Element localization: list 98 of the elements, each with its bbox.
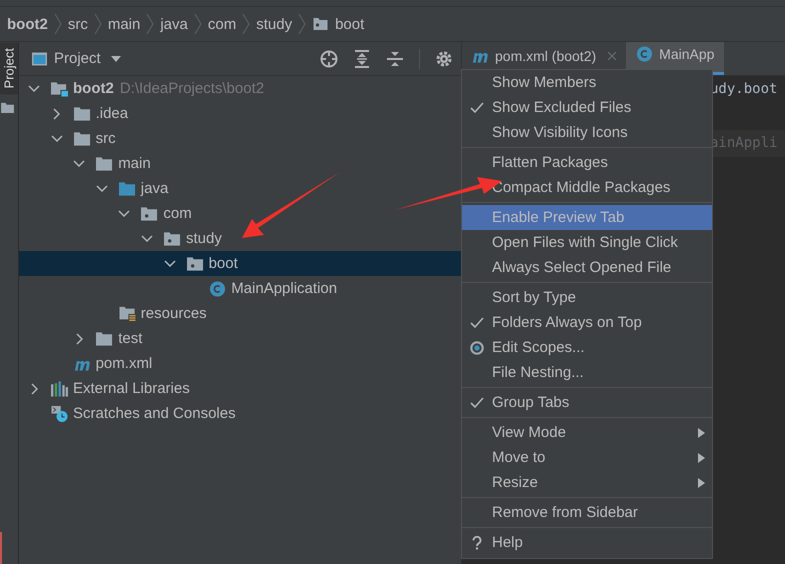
tree-item[interactable]: pom.xml bbox=[19, 351, 461, 376]
menu-item[interactable]: Always Select Opened File bbox=[462, 255, 712, 280]
tree-item[interactable]: test bbox=[19, 326, 461, 351]
chevron-down-icon[interactable] bbox=[28, 85, 40, 92]
package-icon bbox=[312, 16, 330, 32]
tree-item-label: src bbox=[96, 130, 116, 147]
settings-icon[interactable] bbox=[435, 50, 453, 68]
package-icon bbox=[186, 256, 204, 272]
chevron-icon bbox=[194, 13, 202, 35]
chevron-right-icon[interactable] bbox=[30, 382, 38, 394]
help-icon bbox=[470, 536, 484, 550]
folder-icon bbox=[74, 106, 91, 122]
checkmark-icon bbox=[470, 100, 484, 114]
menu-item[interactable]: Resize bbox=[462, 470, 712, 495]
tree-item[interactable]: .idea bbox=[19, 101, 461, 126]
status-marker bbox=[0, 532, 2, 564]
chevron-icon bbox=[242, 13, 250, 35]
tree-item[interactable]: com bbox=[19, 201, 461, 226]
breadcrumb-item[interactable]: boot bbox=[312, 16, 364, 32]
folder-icon bbox=[96, 156, 114, 172]
chevron-down-icon[interactable] bbox=[164, 260, 176, 267]
scratches-clock-icon bbox=[51, 406, 68, 422]
tree-item[interactable]: MainApplication bbox=[19, 276, 461, 301]
menu-item[interactable]: File Nesting... bbox=[462, 360, 712, 385]
tree-item-label: com bbox=[163, 205, 192, 222]
collapse-all-icon[interactable] bbox=[386, 50, 404, 68]
menu-item[interactable]: Folders Always on Top bbox=[462, 310, 712, 335]
project-tool-tab[interactable]: Project bbox=[0, 42, 18, 94]
checkmark-icon bbox=[470, 316, 484, 330]
view-selector[interactable]: Project bbox=[31, 50, 121, 67]
tree-item-label: boot2 bbox=[73, 80, 114, 97]
class-icon bbox=[636, 46, 654, 62]
breadcrumb-item[interactable]: study bbox=[256, 16, 292, 32]
tree-item-label: test bbox=[118, 330, 142, 347]
breadcrumb-item[interactable]: boot2 bbox=[7, 16, 48, 32]
chevron-down-icon[interactable] bbox=[96, 185, 108, 192]
menu-item[interactable]: Flatten Packages bbox=[462, 150, 712, 175]
menu-item[interactable]: Show Excluded Files bbox=[462, 95, 712, 120]
caret-icon bbox=[110, 56, 121, 62]
tree-item[interactable]: boot bbox=[19, 251, 461, 276]
chevron-down-icon[interactable] bbox=[73, 160, 86, 167]
tree-item[interactable]: External Libraries bbox=[19, 376, 461, 401]
menu-item[interactable]: Remove from Sidebar bbox=[462, 500, 712, 525]
expand-all-icon[interactable] bbox=[353, 50, 371, 68]
breadcrumb-item[interactable]: com bbox=[208, 16, 236, 32]
code-line: udy.boot bbox=[710, 80, 778, 99]
menu-item[interactable]: Help bbox=[462, 530, 712, 555]
package-icon bbox=[164, 230, 181, 246]
menu-item[interactable]: Open Files with Single Click bbox=[462, 230, 712, 255]
menu-item[interactable]: Edit Scopes... bbox=[462, 335, 712, 360]
crosshair-icon[interactable] bbox=[320, 50, 338, 68]
tree-item-label: External Libraries bbox=[73, 380, 190, 397]
tree-item[interactable]: java bbox=[19, 176, 461, 201]
scope-icon bbox=[470, 340, 484, 354]
project-path: D:\IdeaProjects\boot2 bbox=[120, 80, 264, 97]
libraries-icon bbox=[51, 380, 68, 396]
module-folder-icon bbox=[51, 80, 68, 96]
menu-item[interactable]: Sort by Type bbox=[462, 285, 712, 310]
folder-icon bbox=[1, 102, 14, 114]
chevron-right-icon[interactable] bbox=[76, 332, 83, 344]
tree-item-label: study bbox=[186, 230, 222, 247]
menu-item[interactable]: Show Visibility Icons bbox=[462, 120, 712, 145]
folder-icon bbox=[74, 130, 91, 146]
tree-item[interactable]: resources bbox=[19, 301, 461, 326]
chevron-down-icon[interactable] bbox=[118, 210, 130, 217]
chevron-icon bbox=[94, 13, 102, 35]
chevron-down-icon[interactable] bbox=[141, 235, 153, 242]
resources-folder-icon bbox=[118, 306, 136, 322]
checkmark-icon bbox=[470, 396, 484, 410]
menu-item[interactable]: Group Tabs bbox=[462, 390, 712, 415]
class-icon bbox=[209, 280, 226, 296]
package-icon bbox=[141, 206, 158, 222]
tree-item[interactable]: main bbox=[19, 151, 461, 176]
chevron-icon bbox=[146, 13, 154, 35]
tree-item-label: resources bbox=[140, 305, 207, 322]
menu-item[interactable]: View Mode bbox=[462, 420, 712, 445]
folder-icon bbox=[96, 330, 114, 346]
tree-item[interactable]: boot2 D:\IdeaProjects\boot2 bbox=[19, 76, 461, 101]
menu-item[interactable]: Move to bbox=[462, 445, 712, 470]
tree-item[interactable]: study bbox=[19, 226, 461, 251]
tree-item-label: Scratches and Consoles bbox=[73, 405, 236, 422]
folder-icon bbox=[118, 180, 136, 196]
tree-item[interactable]: Scratches and Consoles bbox=[19, 401, 461, 426]
chevron-down-icon[interactable] bbox=[50, 135, 63, 142]
tree-item-label: pom.xml bbox=[96, 355, 152, 372]
chevron-right-icon[interactable] bbox=[53, 108, 60, 120]
tree-item-label: MainApplication bbox=[231, 280, 338, 297]
chevron-icon bbox=[298, 13, 306, 35]
breadcrumb-item[interactable]: src bbox=[68, 16, 88, 32]
tree-item-label: java bbox=[140, 180, 168, 197]
breadcrumb-item[interactable]: java bbox=[160, 16, 188, 32]
tree-item-label: boot bbox=[208, 255, 238, 272]
chevron-icon bbox=[54, 13, 62, 35]
breadcrumb-item[interactable]: main bbox=[108, 16, 140, 32]
tree-item-label: .idea bbox=[96, 105, 128, 122]
tree-item-label: main bbox=[118, 155, 151, 172]
window-icon bbox=[31, 50, 48, 66]
tree-item[interactable]: src bbox=[19, 126, 461, 151]
